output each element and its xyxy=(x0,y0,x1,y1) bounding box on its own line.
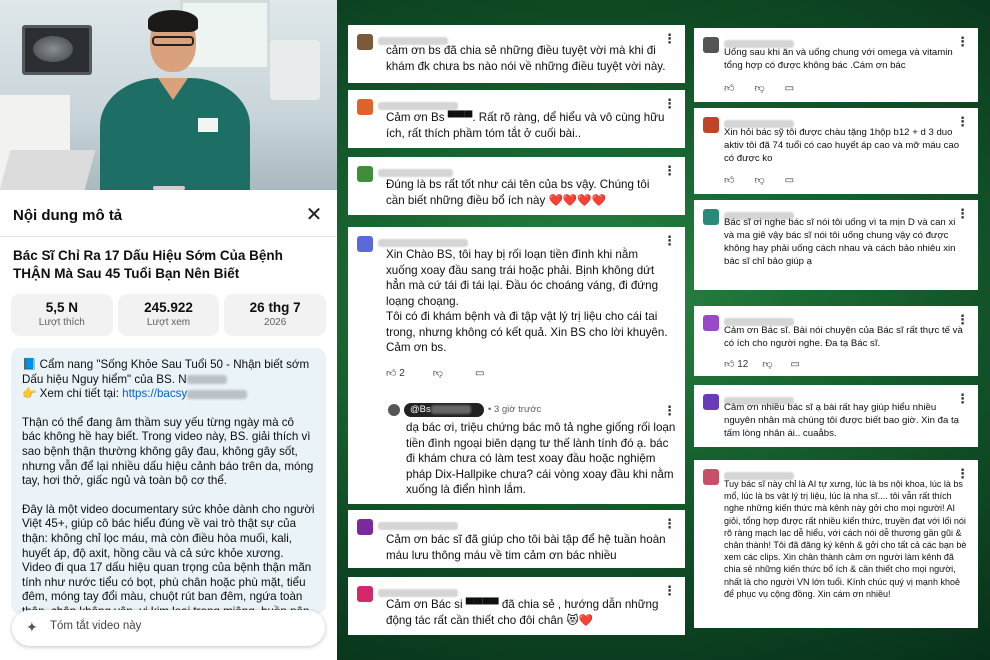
username-blurred xyxy=(378,169,453,177)
video-thumbnail[interactable] xyxy=(0,0,337,190)
avatar[interactable] xyxy=(703,394,719,410)
description-text: 📘 Cẩm nang "Sống Khỏe Sau Tuổi 50 - Nhận… xyxy=(11,348,326,614)
comment-actions: 👍︎ 2 👎︎ ▭ xyxy=(386,367,484,380)
comment-card: ⋮ Bác sĩ ơi nghe bác sĩ nói tôi uống vì … xyxy=(694,200,978,290)
comment-icon[interactable]: ▭ xyxy=(785,83,794,94)
likes-stat: 5,5 N Lượt thích xyxy=(11,294,113,336)
sparkle-icon: ✦ xyxy=(26,619,38,635)
comment-card: ⋮ Cảm ơn Bác sĩ. Bài nói chuyện của Bác … xyxy=(694,306,978,376)
reply-time: • 3 giờ trước xyxy=(488,404,542,415)
views-stat: 245.922 Lượt xem xyxy=(117,294,220,336)
avatar[interactable] xyxy=(703,209,719,225)
thumb-up-icon[interactable]: 👍︎ 12 xyxy=(724,358,748,370)
summarize-video-button[interactable]: ✦ Tóm tắt video này xyxy=(12,610,325,646)
reply-handle[interactable]: @Bs xyxy=(404,403,484,417)
comment-text: Đúng là bs rất tốt như cái tên của bs vậ… xyxy=(386,178,650,207)
comment-actions: 👍︎ 12 👎︎ ▭ xyxy=(724,358,800,371)
comment-card: ⋮ Cảm ơn bác sĩ đã giúp cho tôi bài tập … xyxy=(348,510,685,568)
avatar[interactable] xyxy=(703,469,719,485)
avatar[interactable] xyxy=(357,99,373,115)
comment-card: ⋮ Cảm ơn nhiều bác sĩ ạ bài rất hay giúp… xyxy=(694,385,978,447)
comment-text: Cảm ơn nhiều bác sĩ ạ bài rất hay giúp h… xyxy=(724,402,960,439)
comment-card: ⋮ Đúng là bs rất tốt như cái tên của bs … xyxy=(348,157,685,215)
comment-card: ⋮ cảm ơn bs đã chia sẻ những điều tuyệt … xyxy=(348,25,685,83)
comment-actions: 👍︎ 👎︎ ▭ xyxy=(724,82,794,95)
comment-card: ⋮ Uống sau khi ăn và uống chung với omeg… xyxy=(694,28,978,102)
stats-row: 5,5 N Lượt thích 245.922 Lượt xem 26 thg… xyxy=(11,294,327,336)
username-blurred xyxy=(378,102,458,110)
username-blurred xyxy=(378,522,458,530)
avatar[interactable] xyxy=(357,34,373,50)
thumb-down-icon[interactable]: 👎︎ xyxy=(433,367,443,379)
comment-text: Cảm ơn Bs ▀▀▀. Rất rõ ràng, dể hiểu và v… xyxy=(386,111,665,140)
divider xyxy=(0,236,337,237)
reply-text: dạ bác ơi, triệu chứng bác mô tả nghe gi… xyxy=(406,421,676,496)
username-blurred xyxy=(378,589,458,597)
date-stat: 26 thg 7 2026 xyxy=(224,294,327,336)
avatar[interactable] xyxy=(703,37,719,53)
comment-card: ⋮ Xin hỏi bác sỹ tôi được chàu tặng 1hộp… xyxy=(694,108,978,194)
reply-avatar[interactable] xyxy=(388,404,400,416)
comment-text: Cảm ơn Bác si ▀▀▀▀ đã chia sẻ , hướng dẫ… xyxy=(386,598,659,627)
thumb-down-icon[interactable]: 👎︎ xyxy=(754,82,764,94)
comment-card: ⋮ Cảm ơn Bác si ▀▀▀▀ đã chia sẻ , hướng … xyxy=(348,577,685,635)
more-vert-icon[interactable]: ⋮ xyxy=(663,403,676,419)
avatar[interactable] xyxy=(357,236,373,252)
more-vert-icon[interactable]: ⋮ xyxy=(663,516,676,532)
avatar[interactable] xyxy=(357,519,373,535)
comment-text: cảm ơn bs đã chia sẻ những điều tuyệt vờ… xyxy=(386,44,666,73)
description-link[interactable]: https://bacsy xyxy=(122,387,187,400)
panel-title: Nội dung mô tả xyxy=(13,207,123,224)
comment-card: ⋮ Tuy bác sĩ này chỉ là AI tự xưng, lúc … xyxy=(694,460,978,628)
drag-handle[interactable] xyxy=(153,186,185,190)
thumb-up-icon[interactable]: 👍︎ 2 xyxy=(386,367,405,379)
video-description-panel: Nội dung mô tả ✕ Bác Sĩ Chỉ Ra 17 Dấu Hi… xyxy=(0,0,337,660)
avatar[interactable] xyxy=(357,586,373,602)
comment-text: Uống sau khi ăn và uống chung với omega … xyxy=(724,47,953,71)
comment-text: Xin Chào BS, tôi hay bị rối loạn tiền đì… xyxy=(386,248,668,354)
close-icon[interactable]: ✕ xyxy=(303,204,325,226)
avatar[interactable] xyxy=(357,166,373,182)
comment-text: Cảm ơn bác sĩ đã giúp cho tôi bài tập để… xyxy=(386,533,666,562)
comment-actions: 👍︎ 👎︎ ▭ xyxy=(724,174,794,187)
comment-text: Tuy bác sĩ này chỉ là AI tự xưng, lúc là… xyxy=(724,479,967,599)
thumb-up-icon[interactable]: 👍︎ xyxy=(724,82,734,94)
avatar[interactable] xyxy=(703,315,719,331)
description-paragraph: Đây là một video documentary sức khỏe dà… xyxy=(22,502,315,614)
thumb-down-icon[interactable]: 👎︎ xyxy=(762,358,772,370)
comment-card: ⋮ Cảm ơn Bs ▀▀▀. Rất rõ ràng, dể hiểu và… xyxy=(348,90,685,148)
comment-icon[interactable]: ▭ xyxy=(791,359,800,370)
comment-thread: ⋮ Xin Chào BS, tôi hay bị rối loạn tiền … xyxy=(348,227,685,504)
comment-text: Cảm ơn Bác sĩ. Bài nói chuyện của Bác sĩ… xyxy=(724,325,963,349)
avatar[interactable] xyxy=(703,117,719,133)
description-paragraph: Thận có thể đang âm thầm suy yếu từng ng… xyxy=(22,415,314,488)
comment-text: Xin hỏi bác sỹ tôi được chàu tặng 1hộp b… xyxy=(724,127,960,164)
username-blurred xyxy=(378,239,468,247)
comment-icon[interactable]: ▭ xyxy=(785,175,794,186)
comment-text: Bác sĩ ơi nghe bác sĩ nói tôi uống vì ta… xyxy=(724,217,956,267)
thumb-up-icon[interactable]: 👍︎ xyxy=(724,174,734,186)
comment-icon[interactable]: ▭ xyxy=(475,368,484,379)
thumb-down-icon[interactable]: 👎︎ xyxy=(754,174,764,186)
video-title: Bác Sĩ Chỉ Ra 17 Dấu Hiệu Sớm Của Bệnh T… xyxy=(13,248,283,281)
